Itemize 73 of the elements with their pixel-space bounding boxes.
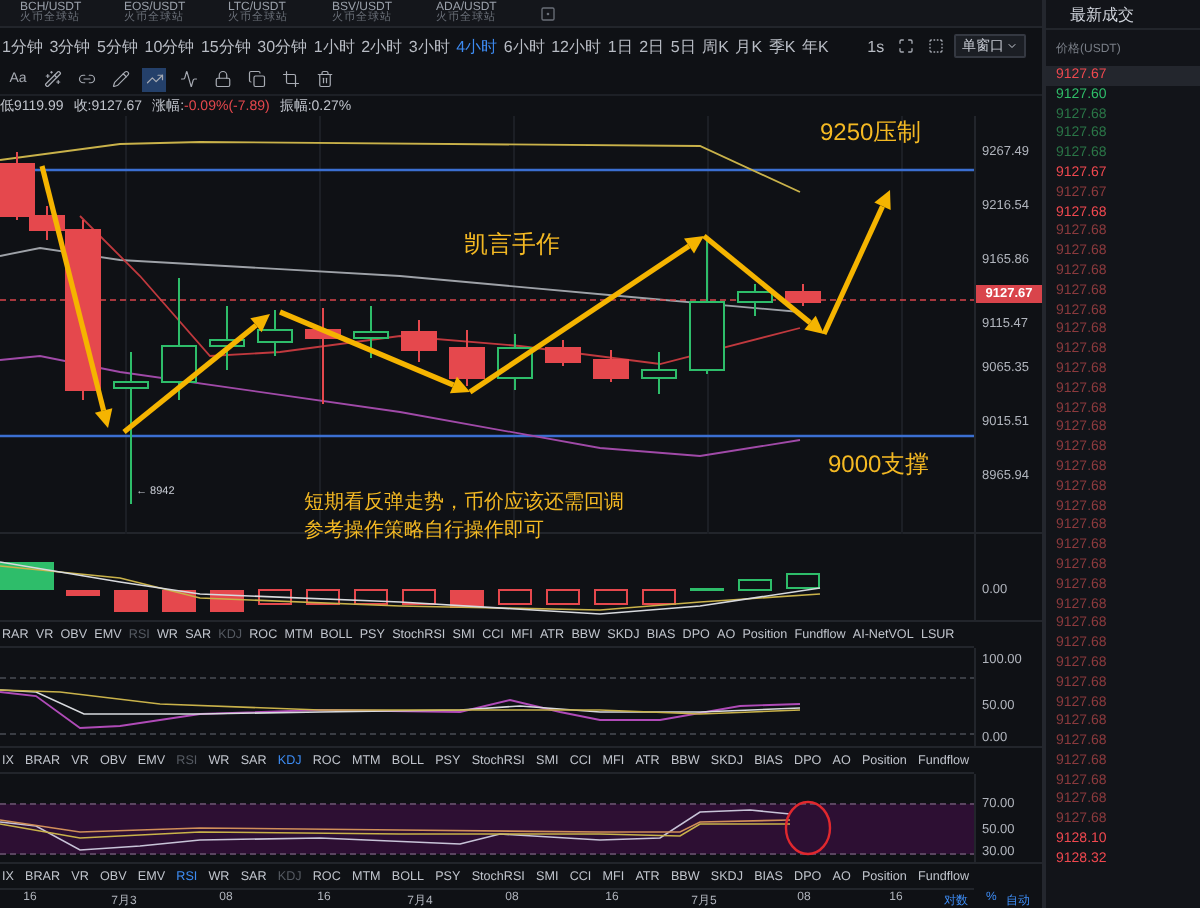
trades-title: 最新成交: [1068, 3, 1136, 27]
magic-wand-icon: [43, 70, 61, 88]
interval-tab[interactable]: 4小时: [456, 35, 498, 57]
interval-tab[interactable]: 6小时: [503, 35, 545, 57]
histogram-bar: [114, 590, 148, 612]
candlestick: [545, 339, 581, 367]
interval-tab[interactable]: 15分钟: [200, 35, 251, 57]
interval-tab[interactable]: 5日: [670, 35, 696, 57]
histogram-bar: [738, 579, 772, 591]
histogram-bar: [594, 589, 628, 605]
drawing-tool[interactable]: [142, 67, 166, 91]
interval-tab[interactable]: 10分钟: [144, 35, 195, 57]
histogram-bar: [498, 589, 532, 605]
fullscreen-icon[interactable]: [898, 38, 915, 54]
interval-tab[interactable]: 1分钟: [2, 35, 43, 57]
interval-tab[interactable]: 1日: [607, 35, 633, 57]
interval-tab[interactable]: 5分钟: [97, 35, 138, 57]
lock-icon: [213, 70, 231, 88]
interval-tab[interactable]: 季K: [768, 35, 796, 57]
drawing-tool[interactable]: [244, 67, 268, 91]
histogram-bar: [786, 573, 820, 589]
candlestick: [161, 277, 197, 401]
candlestick: [449, 329, 485, 387]
interval-tab[interactable]: 周K: [702, 35, 729, 57]
pencil-icon: [111, 70, 129, 88]
crop-icon: [281, 70, 299, 88]
interval-tab[interactable]: 12小时: [551, 35, 602, 57]
candlestick: [209, 305, 245, 371]
candlestick: [257, 309, 293, 357]
drawing-tool[interactable]: [210, 67, 234, 91]
chart-annotation: 9250压制: [820, 116, 922, 150]
chart-annotation: 短期看反弹走势，币价应该还需回调: [304, 489, 624, 516]
candlestick: [497, 333, 533, 391]
candlestick: [785, 283, 821, 307]
drawing-tool[interactable]: [312, 67, 336, 91]
caret-icon: [1006, 40, 1018, 52]
drawing-tool[interactable]: [176, 67, 200, 91]
drawing-tool[interactable]: [108, 67, 132, 91]
histogram-bar: [354, 589, 388, 605]
interval-tab[interactable]: 2小时: [361, 35, 403, 57]
candlestick: [641, 351, 677, 395]
chart-annotation: 9000支撑: [828, 448, 930, 482]
highlight-circle: [784, 800, 832, 856]
wave-icon: [179, 70, 197, 88]
histogram-bar: [642, 589, 676, 605]
candlestick: [593, 349, 629, 383]
trash-icon: [315, 70, 333, 88]
tick-toggle[interactable]: 1s: [867, 37, 885, 55]
window-icon[interactable]: [927, 38, 944, 54]
candlestick: [305, 307, 341, 405]
interval-tab[interactable]: 3小时: [408, 35, 450, 57]
interval-tab[interactable]: 2日: [639, 35, 665, 57]
trend-line-icon: [145, 70, 163, 88]
histogram-bar: [306, 589, 340, 605]
interval-tab[interactable]: 3分钟: [49, 35, 91, 57]
interval-tab[interactable]: 月K: [735, 35, 763, 57]
chart-annotation: 凯言手作: [464, 228, 560, 262]
candlestick: [353, 305, 389, 359]
link-icon: [77, 70, 95, 88]
drawing-tool[interactable]: [40, 67, 64, 91]
candlestick: [401, 319, 437, 363]
interval-tab[interactable]: 30分钟: [257, 35, 308, 57]
interval-tab[interactable]: 1小时: [313, 35, 355, 57]
candlestick: [737, 283, 773, 317]
drawing-tool[interactable]: [278, 67, 302, 91]
histogram-bar: [546, 589, 580, 605]
copy-icon: [247, 70, 265, 88]
histogram-bar: [66, 590, 100, 596]
histogram-bar: [402, 589, 436, 605]
interval-tab[interactable]: 年K: [801, 35, 829, 57]
histogram-bar: [258, 589, 292, 605]
chart-annotation: 参考操作策略自行操作即可: [304, 517, 544, 544]
candlestick: [689, 239, 725, 375]
